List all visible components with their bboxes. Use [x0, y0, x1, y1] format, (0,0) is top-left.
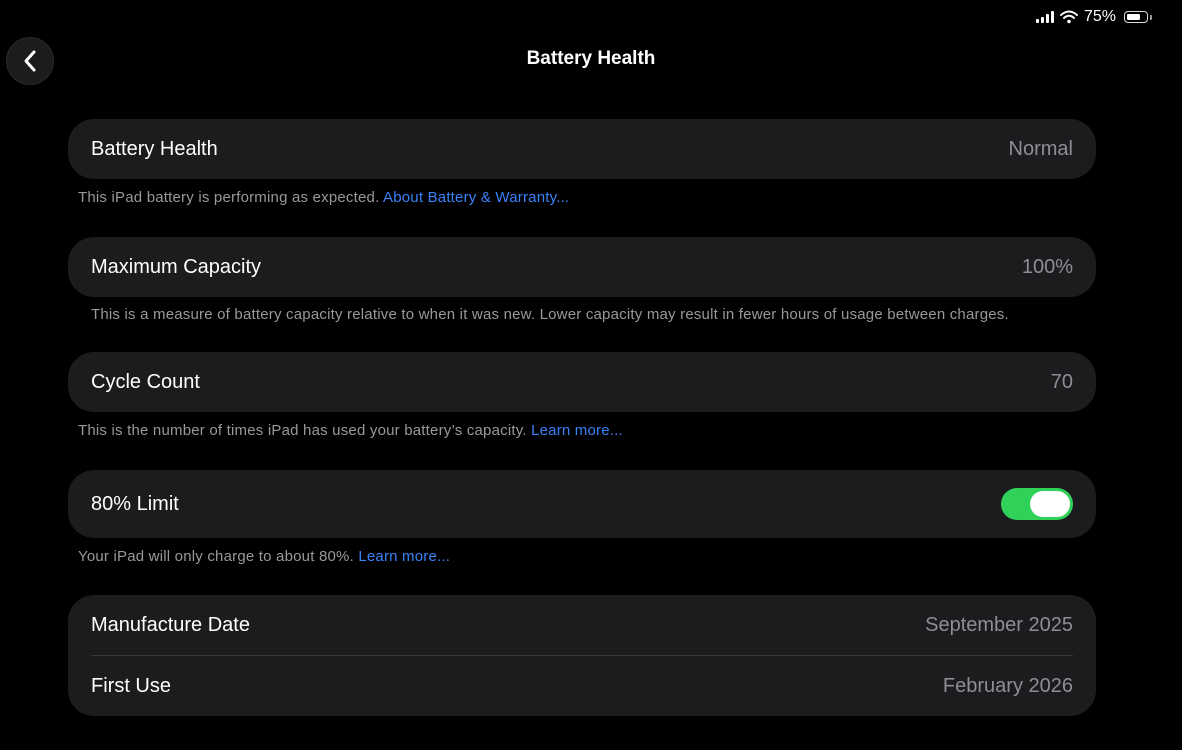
cycle-count-label: Cycle Count	[91, 370, 200, 393]
max-capacity-card: Maximum Capacity 100%	[68, 237, 1096, 297]
limit-80-learn-more-link[interactable]: Learn more...	[358, 548, 450, 565]
toggle-knob	[1030, 491, 1070, 517]
limit-80-card: 80% Limit	[68, 470, 1096, 538]
battery-health-label: Battery Health	[91, 137, 218, 160]
dates-card: Manufacture Date September 2025 First Us…	[68, 595, 1096, 716]
battery-tip	[1150, 14, 1152, 20]
status-bar: 75%	[1035, 8, 1152, 26]
battery-health-value: Normal	[1008, 137, 1073, 160]
battery-health-footer: This iPad battery is performing as expec…	[78, 189, 569, 206]
battery-health-footer-text: This iPad battery is performing as expec…	[78, 189, 380, 206]
battery-icon	[1124, 11, 1148, 23]
manufacture-date-label: Manufacture Date	[91, 613, 250, 636]
cycle-count-footer: This is the number of times iPad has use…	[78, 422, 623, 439]
limit-80-footer: Your iPad will only charge to about 80%.…	[78, 548, 450, 565]
limit-80-toggle[interactable]	[1001, 488, 1073, 520]
manufacture-date-value: September 2025	[925, 613, 1073, 636]
first-use-label: First Use	[91, 674, 171, 697]
limit-80-footer-text: Your iPad will only charge to about 80%.	[78, 548, 354, 565]
battery-percentage: 75%	[1083, 8, 1116, 25]
max-capacity-value: 100%	[1021, 255, 1073, 278]
max-capacity-label: Maximum Capacity	[91, 255, 262, 278]
limit-80-label: 80% Limit	[91, 492, 179, 515]
first-use-row: First Use February 2026	[68, 656, 1096, 716]
page-title: Battery Health	[526, 48, 656, 69]
battery-health-row: Battery Health Normal	[68, 119, 1096, 179]
manufacture-date-row: Manufacture Date September 2025	[68, 595, 1096, 655]
cycle-count-value: 70	[1050, 370, 1073, 393]
cycle-count-row: Cycle Count 70	[68, 352, 1096, 412]
about-battery-warranty-link[interactable]: About Battery & Warranty...	[383, 189, 569, 206]
cycle-count-card: Cycle Count 70	[68, 352, 1096, 412]
wifi-icon	[1059, 10, 1078, 24]
limit-80-row: 80% Limit	[68, 470, 1096, 538]
max-capacity-footer-text: This is a measure of battery capacity re…	[91, 306, 1009, 323]
cycle-count-learn-more-link[interactable]: Learn more...	[531, 422, 623, 439]
cycle-count-footer-text: This is the number of times iPad has use…	[78, 422, 527, 439]
max-capacity-footer: This is a measure of battery capacity re…	[91, 306, 1009, 323]
battery-health-card: Battery Health Normal	[68, 119, 1096, 179]
cellular-signal-icon	[1035, 11, 1054, 23]
max-capacity-row: Maximum Capacity 100%	[68, 237, 1096, 297]
first-use-value: February 2026	[942, 674, 1073, 697]
